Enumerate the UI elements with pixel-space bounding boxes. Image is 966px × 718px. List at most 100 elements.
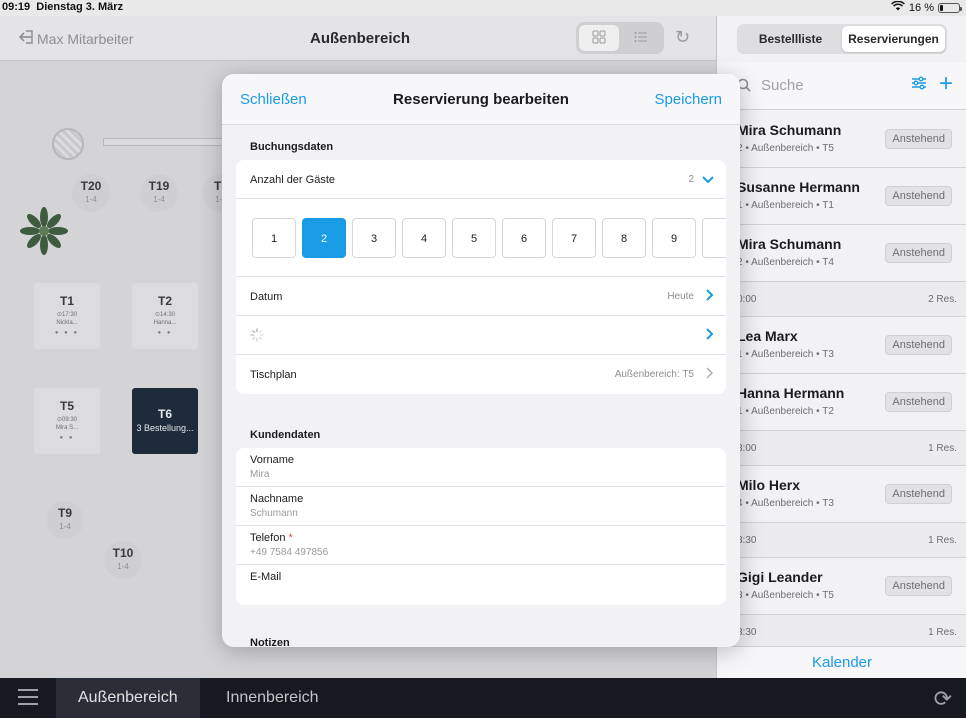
sync-icon[interactable]: ⟳ (934, 686, 952, 712)
reservation-details: 1 • Außenbereich • T2 (737, 406, 834, 417)
list-segment-control: Bestellliste Reservierungen (737, 24, 947, 54)
grid-view-button[interactable] (579, 25, 619, 51)
phone-label: Telefon * (250, 532, 293, 544)
date-value: Heute (667, 291, 694, 302)
table-t20[interactable]: T20 1-4 (72, 174, 110, 212)
loading-spinner-icon (250, 328, 264, 345)
guest-option-button[interactable]: 2 (302, 218, 346, 258)
tableplan-row[interactable]: Tischplan Außenbereich: T5 (236, 355, 726, 394)
chevron-down-icon (702, 171, 714, 187)
first-name-field[interactable]: Vorname Mira (236, 448, 726, 487)
email-label: E-Mail (250, 571, 282, 583)
group-count: 2 Res. (928, 294, 957, 305)
reservation-item[interactable]: Mira Schumann 2 • Außenbereich • T4 Ansteh… (717, 225, 966, 282)
group-count: 1 Res. (928, 535, 957, 546)
tab-innenbereich[interactable]: Innenbereich (204, 678, 341, 718)
section-customer: Kundendaten (250, 429, 321, 441)
time-group-header: 3:30 1 Res. (717, 615, 966, 650)
refresh-icon[interactable]: ↻ (675, 27, 690, 48)
add-reservation-button[interactable]: + (939, 70, 953, 98)
guest-option-button[interactable]: 1 (252, 218, 296, 258)
section-notes: Notizen (250, 637, 290, 647)
floor-plan-header: Max Mitarbeiter Außenbereich ↻ (0, 16, 716, 61)
tab-bestellliste[interactable]: Bestellliste (739, 26, 842, 52)
table-t10[interactable]: T10 1-4 (104, 541, 142, 579)
guest-option-button[interactable]: 8 (602, 218, 646, 258)
status-badge: Anstehend (885, 186, 952, 206)
wifi-icon (890, 0, 905, 14)
reservation-details: 1 • Außenbereich • T1 (737, 200, 834, 211)
reservation-name: Hanna Hermann (737, 385, 845, 401)
tableplan-value: Außenbereich: T5 (614, 369, 694, 380)
battery-icon (938, 2, 962, 13)
filter-icon[interactable] (911, 76, 927, 95)
table-t5[interactable]: T5 ⊙09:30 Mira S... ● ● (34, 388, 100, 454)
booking-card: Anzahl der Gäste 2 123456789 Datum Heute… (236, 160, 726, 394)
reservation-details: 3 • Außenbereich • T5 (737, 590, 834, 601)
guest-option-button-partial[interactable] (702, 218, 726, 258)
search-input[interactable]: Suche (761, 77, 804, 94)
chevron-right-icon (706, 327, 714, 343)
table-t1[interactable]: T1 ⊙17:30 Nickla... ● ● ● (34, 283, 100, 349)
guest-option-button[interactable]: 9 (652, 218, 696, 258)
reservation-item[interactable]: Susanne Hermann 1 • Außenbereich • T1 Anst… (717, 168, 966, 225)
time-group-header: 3:30 1 Res. (717, 523, 966, 558)
status-badge: Anstehend (885, 392, 952, 412)
guest-count-row[interactable]: Anzahl der Gäste 2 (236, 160, 726, 199)
bar-counter (103, 138, 223, 146)
phone-value: +49 7584 497856 (250, 547, 329, 558)
date-row[interactable]: Datum Heute (236, 277, 726, 316)
guest-option-button[interactable]: 5 (452, 218, 496, 258)
list-view-button[interactable] (621, 25, 661, 51)
reservation-name: Susanne Hermann (737, 179, 860, 195)
search-bar: Suche + (717, 62, 966, 110)
table-t2[interactable]: T2 ⊙14:30 Hanna... ● ● (132, 283, 198, 349)
reservation-details: 4 • Außenbereich • T3 (737, 498, 834, 509)
required-marker: * (288, 532, 293, 544)
save-button[interactable]: Speichern (654, 91, 722, 108)
table-t19[interactable]: T19 1-4 (140, 174, 178, 212)
battery-percent: 16 % (908, 1, 934, 14)
menu-icon[interactable] (18, 689, 38, 710)
email-field[interactable]: E-Mail (236, 565, 726, 605)
guest-option-button[interactable]: 4 (402, 218, 446, 258)
reservation-details: 1 • Außenbereich • T3 (737, 349, 834, 360)
reservation-item[interactable]: Gigi Leander 3 • Außenbereich • T5 Anstehe… (717, 558, 966, 615)
bottom-bar: Außenbereich Innenbereich ⟳ (0, 678, 966, 718)
guest-option-button[interactable]: 7 (552, 218, 596, 258)
group-count: 1 Res. (928, 627, 957, 638)
phone-field[interactable]: Telefon * +49 7584 497856 (236, 526, 726, 565)
reservation-item[interactable]: Hanna Hermann 1 • Außenbereich • T2 Ansteh… (717, 374, 966, 431)
modal-header: Schließen Reservierung bearbeiten Speich… (222, 74, 740, 125)
tab-aussenbereich[interactable]: Außenbereich (56, 678, 200, 718)
table-t6[interactable]: T6 3 Bestellung... (132, 388, 198, 454)
reservation-name: Milo Herx (737, 477, 801, 493)
reservation-item[interactable]: Lea Marx 1 • Außenbereich • T3 Anstehend (717, 317, 966, 374)
reservation-item[interactable]: Milo Herx 4 • Außenbereich • T3 Anstehend (717, 466, 966, 523)
table-t9[interactable]: T9 1-4 (46, 501, 84, 539)
time-row[interactable] (236, 316, 726, 355)
reservation-item[interactable]: Mira Schumann 2 • Außenbereich • T5 Ansteh… (717, 111, 966, 168)
first-name-label: Vorname (250, 454, 295, 466)
group-count: 1 Res. (928, 443, 957, 454)
status-badge: Anstehend (885, 484, 952, 504)
reservation-list: Mira Schumann 2 • Außenbereich • T5 Ansteh… (717, 111, 966, 650)
section-booking: Buchungsdaten (250, 141, 334, 153)
reservation-details: 2 • Außenbereich • T4 (737, 257, 834, 268)
status-badge: Anstehend (885, 335, 952, 355)
calendar-button[interactable]: Kalender (717, 646, 966, 678)
chevron-right-icon (706, 288, 714, 304)
status-badge: Anstehend (885, 576, 952, 596)
reservation-name: Mira Schumann (737, 236, 842, 252)
reservation-name: Mira Schumann (737, 122, 842, 138)
tab-reservierungen[interactable]: Reservierungen (842, 26, 945, 52)
reservations-pane: Bestellliste Reservierungen Suche + Mira… (716, 16, 966, 678)
last-name-field[interactable]: Nachname Schumann (236, 487, 726, 526)
plant-icon (20, 207, 68, 255)
edit-reservation-modal: Schließen Reservierung bearbeiten Speich… (222, 74, 740, 647)
guest-option-button[interactable]: 3 (352, 218, 396, 258)
guest-option-button[interactable]: 6 (502, 218, 546, 258)
customer-card: Vorname Mira Nachname Schumann Telefon *… (236, 448, 726, 605)
reservation-name: Gigi Leander (737, 569, 823, 585)
chevron-right-icon (706, 366, 714, 382)
